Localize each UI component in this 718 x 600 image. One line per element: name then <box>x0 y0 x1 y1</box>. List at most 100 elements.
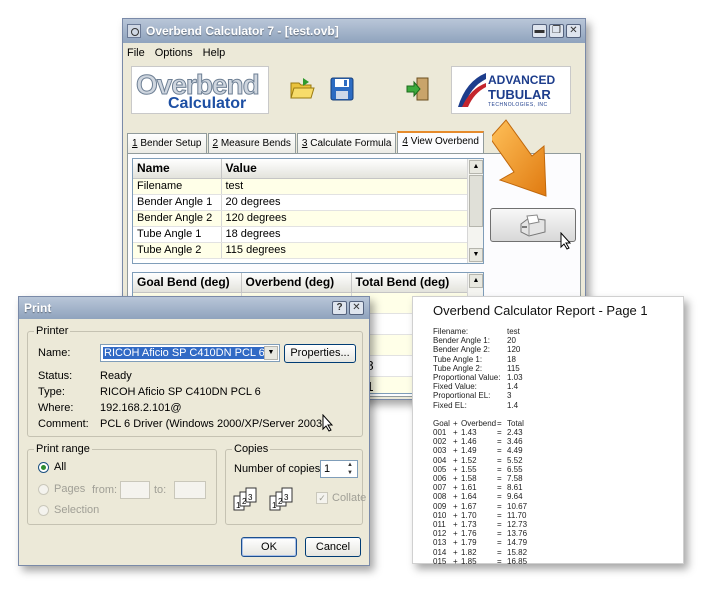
row-total: 12.73 <box>507 520 528 530</box>
column-header-goal-bend[interactable]: Goal Bend (deg) <box>133 273 242 293</box>
cell-value[interactable]: 20 degrees <box>221 194 470 211</box>
row-goal: 008 <box>433 492 447 502</box>
table-row[interactable]: Tube Angle 2 115 degrees <box>133 242 470 259</box>
table-row[interactable]: Bender Angle 1 20 degrees <box>133 194 470 211</box>
menu-options[interactable]: Options <box>155 47 193 59</box>
from-page-input[interactable] <box>120 481 150 499</box>
param-value: 1.4 <box>507 382 519 392</box>
close-button[interactable]: ✕ <box>566 24 581 38</box>
tab-bender-setup[interactable]: 1 Bender Setup <box>127 133 207 153</box>
report-row: 010 +1.70 = 11.70 <box>433 511 537 520</box>
maximize-button[interactable]: ❐ <box>549 24 564 38</box>
row-plus: + <box>453 437 458 447</box>
row-goal: 003 <box>433 446 447 456</box>
column-header-total-bend[interactable]: Total Bend (deg) <box>351 273 470 293</box>
partner-logo-line2: TUBULAR <box>488 87 551 102</box>
minimize-button[interactable]: ▬ <box>532 24 547 38</box>
column-header-overbend[interactable]: Overbend (deg) <box>241 273 352 293</box>
cell-name[interactable]: Tube Angle 2 <box>133 242 222 259</box>
report-row: 006 +1.58 = 7.58 <box>433 474 537 483</box>
cell-value[interactable]: test <box>221 178 470 195</box>
cell-name[interactable]: Bender Angle 2 <box>133 210 222 227</box>
print-range-group: Print range All Pages from: to: Selectio… <box>27 443 217 525</box>
menu-help[interactable]: Help <box>203 47 226 59</box>
cell-name[interactable]: Bender Angle 1 <box>133 194 222 211</box>
row-plus: + <box>453 529 458 539</box>
row-equals: = <box>497 464 502 474</box>
header-plus: + <box>453 418 458 428</box>
menu-file[interactable]: File <box>127 47 145 59</box>
report-row: 003 +1.49 = 4.49 <box>433 446 537 455</box>
ok-button[interactable]: OK <box>241 537 297 557</box>
svg-text:3: 3 <box>284 493 289 502</box>
radio-all[interactable] <box>38 462 49 473</box>
printer-name-select[interactable]: RICOH Aficio SP C410DN PCL 6 ▼ <box>100 344 280 362</box>
report-param: Bender Angle 2: 120 <box>433 345 537 354</box>
row-plus: + <box>453 446 458 456</box>
cell-value[interactable]: 120 degrees <box>221 210 470 227</box>
collate-checkbox[interactable]: ✓ <box>316 492 328 504</box>
properties-button[interactable]: Properties... <box>284 344 356 363</box>
all-label[interactable]: All <box>54 461 66 473</box>
vertical-scrollbar[interactable]: ▲ ▼ <box>467 159 483 263</box>
row-total: 3.46 <box>507 437 523 447</box>
row-equals: = <box>497 538 502 548</box>
tab-calculate-formula[interactable]: 3 Calculate Formula <box>296 133 397 153</box>
row-plus: + <box>453 538 458 548</box>
report-rows: 001 +1.43 = 2.43 002 +1.46 = 3.46 003 +1.49 = 4.49 0… <box>433 428 537 566</box>
scroll-thumb[interactable] <box>469 175 483 227</box>
row-overbend: 1.49 <box>461 446 477 456</box>
chevron-down-icon[interactable]: ▼ <box>264 346 278 360</box>
row-total: 2.43 <box>507 428 523 438</box>
param-value: 1.03 <box>507 373 523 383</box>
tab-label: View Overbend <box>407 136 479 147</box>
param-value: test <box>507 327 520 336</box>
table-row[interactable]: Filename test <box>133 178 470 195</box>
table-row[interactable]: Tube Angle 1 18 degrees <box>133 226 470 243</box>
row-goal: 006 <box>433 474 447 484</box>
parameters-grid[interactable]: Name Value Filename test Bender Angle 1 … <box>132 158 484 264</box>
collate-label[interactable]: Collate <box>332 492 366 504</box>
help-button[interactable]: ? <box>332 301 347 315</box>
cell-name[interactable]: Tube Angle 1 <box>133 226 222 243</box>
tab-view-overbend[interactable]: 4 View Overbend <box>397 131 484 153</box>
to-label: to: <box>154 484 167 496</box>
param-label: Proportional Value: <box>433 373 501 383</box>
row-equals: = <box>497 547 502 557</box>
column-header-name[interactable]: Name <box>133 159 222 179</box>
radio-pages[interactable] <box>38 484 49 495</box>
row-goal: 015 <box>433 556 447 566</box>
scroll-down-icon[interactable]: ▼ <box>469 248 483 262</box>
column-header-value[interactable]: Value <box>221 159 470 179</box>
row-equals: = <box>497 428 502 438</box>
report-row: 012 +1.76 = 13.76 <box>433 529 537 538</box>
scroll-up-icon[interactable]: ▲ <box>469 160 483 174</box>
spin-down-icon[interactable]: ▼ <box>344 470 356 477</box>
row-overbend: 1.61 <box>461 483 477 493</box>
open-folder-icon[interactable] <box>289 76 315 102</box>
to-page-input[interactable] <box>174 481 206 499</box>
row-overbend: 1.67 <box>461 501 477 511</box>
row-total: 16.85 <box>507 556 528 566</box>
spin-up-icon[interactable]: ▲ <box>344 462 356 469</box>
scroll-up-icon[interactable]: ▲ <box>469 274 483 288</box>
tube-logo-icon <box>458 73 486 107</box>
row-overbend: 1.43 <box>461 428 477 438</box>
table-row[interactable]: Bender Angle 2 120 degrees <box>133 210 470 227</box>
copies-input[interactable]: 1 ▲ ▼ <box>320 460 358 478</box>
cancel-button[interactable]: Cancel <box>305 537 361 557</box>
selection-label[interactable]: Selection <box>54 504 99 516</box>
from-label: from: <box>92 484 118 496</box>
close-button[interactable]: ✕ <box>349 301 364 315</box>
param-label: Fixed Value: <box>433 382 477 392</box>
cell-name[interactable]: Filename <box>133 178 222 195</box>
pages-label[interactable]: Pages <box>54 483 85 495</box>
row-total: 5.52 <box>507 455 523 465</box>
tab-measure-bends[interactable]: 2 Measure Bends <box>207 133 296 153</box>
exit-door-icon[interactable] <box>405 76 431 102</box>
cell-value[interactable]: 18 degrees <box>221 226 470 243</box>
row-overbend: 1.76 <box>461 529 477 539</box>
radio-selection[interactable] <box>38 505 49 516</box>
save-disk-icon[interactable] <box>329 76 355 102</box>
cell-value[interactable]: 115 degrees <box>221 242 470 259</box>
